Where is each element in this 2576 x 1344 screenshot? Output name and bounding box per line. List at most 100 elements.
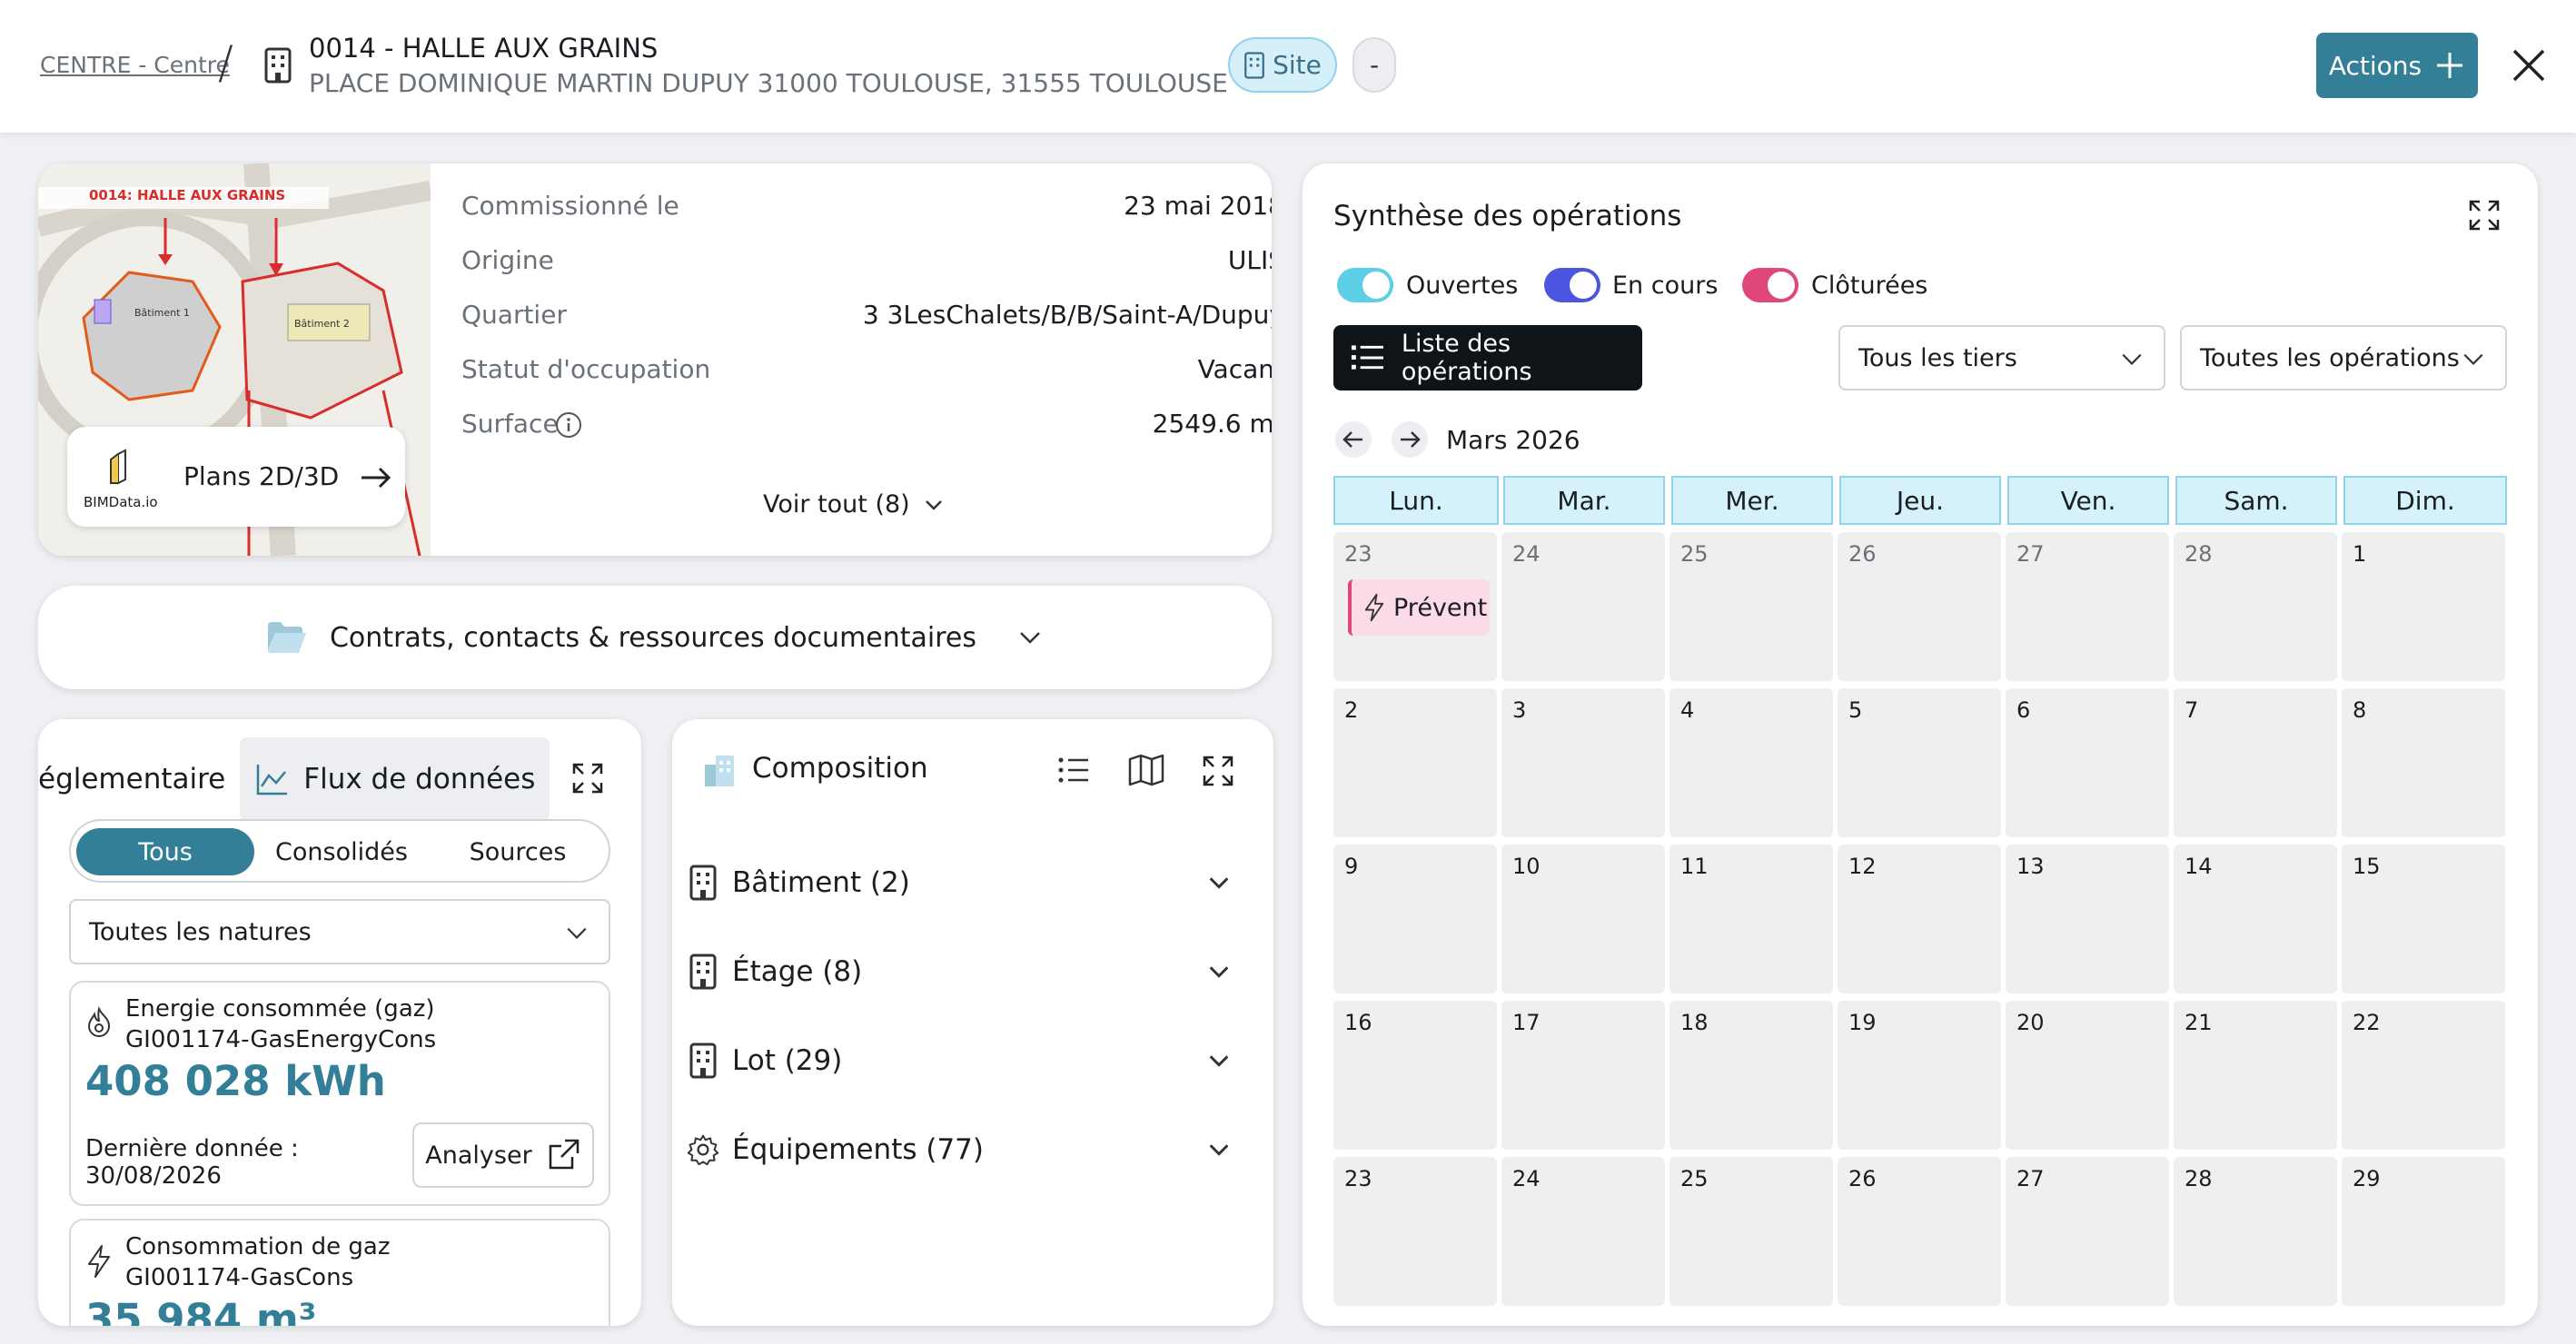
filter-sources[interactable]: Sources [429, 828, 607, 875]
calendar-day[interactable]: 23 Prévent [1333, 532, 1497, 681]
nature-select[interactable]: Toutes les natures [69, 899, 610, 964]
last-data-label: Dernière donnée : [85, 1135, 299, 1162]
previous-month-icon[interactable] [1333, 420, 1373, 460]
calendar-day[interactable]: 10 [1501, 845, 1665, 993]
site-badge-label: Site [1273, 50, 1322, 80]
tiers-select-value: Tous les tiers [1858, 343, 2017, 372]
calendar-day[interactable]: 14 [2174, 845, 2337, 993]
info-row-surface: Surface 2549.6 m² [461, 409, 1272, 445]
filter-tous[interactable]: Tous [76, 828, 254, 875]
calendar-title: Synthèse des opérations [1333, 200, 1682, 232]
bimdata-label: BIMData.io [84, 494, 158, 510]
filter-consolides[interactable]: Consolidés [253, 828, 431, 875]
calendar-day[interactable]: 7 [2174, 688, 2337, 837]
breadcrumb-link[interactable]: CENTRE - Centre [40, 52, 230, 78]
data-card-gas: Consommation de gaz GI001174-GasCons 35 … [69, 1219, 610, 1326]
chevron-down-icon [2463, 353, 2483, 365]
building-icon [689, 954, 717, 990]
expand-icon[interactable] [2467, 198, 2502, 232]
calendar-day[interactable]: 24 [1501, 1157, 1665, 1306]
site-map[interactable]: 0014: HALLE AUX GRAINS Bâtiment 1 Bâtime… [38, 163, 432, 556]
calendar-day[interactable]: 6 [2006, 688, 2169, 837]
calendar-day[interactable]: 18 [1669, 1001, 1833, 1150]
calendar-day[interactable]: 13 [2006, 845, 2169, 993]
composition-row-lot[interactable]: Lot (29) [687, 1033, 1250, 1088]
operations-select[interactable]: Toutes les opérations [2180, 325, 2507, 390]
calendar-day[interactable]: 1 [2342, 532, 2505, 681]
toggle-cloturees[interactable] [1742, 268, 1798, 302]
event-prevent[interactable]: Prévent [1348, 579, 1490, 636]
calendar-day[interactable]: 25 [1669, 532, 1833, 681]
day-header-sat: Sam. [2175, 476, 2337, 525]
calendar-day[interactable]: 28 [2174, 1157, 2337, 1306]
operations-list-button[interactable]: Liste des opérations [1333, 325, 1642, 390]
data-card-code: GI001174-GasEnergyCons [125, 1026, 437, 1053]
calendar-day[interactable]: 8 [2342, 688, 2505, 837]
composition-row-label: Étage (8) [732, 955, 863, 988]
calendar-day[interactable]: 26 [1838, 532, 2001, 681]
status-badge[interactable]: - [1352, 37, 1396, 93]
info-row-district: Quartier 3 3LesChalets/B/B/Saint-A/Dupuy [461, 300, 1272, 336]
calendar-day[interactable]: 15 [2342, 845, 2505, 993]
calendar-day[interactable]: 22 [2342, 1001, 2505, 1150]
plans-2d3d-button[interactable]: BIMData.io Plans 2D/3D [67, 427, 405, 527]
calendar-day[interactable]: 25 [1669, 1157, 1833, 1306]
calendar-day[interactable]: 16 [1333, 1001, 1497, 1150]
calendar-day[interactable]: 19 [1838, 1001, 2001, 1150]
composition-row-batiment[interactable]: Bâtiment (2) [687, 855, 1250, 910]
voir-tout-button[interactable]: Voir tout (8) [763, 490, 945, 519]
calendar-day[interactable]: 20 [2006, 1001, 2169, 1150]
calendar-day[interactable]: 9 [1333, 845, 1497, 993]
day-number: 14 [2185, 854, 2213, 879]
map-icon[interactable] [1126, 752, 1166, 788]
bimdata-logo: BIMData.io [84, 447, 158, 510]
external-link-icon [549, 1139, 579, 1170]
calendar-day[interactable]: 11 [1669, 845, 1833, 993]
close-icon[interactable] [2507, 44, 2551, 87]
calendar-day[interactable]: 28 [2174, 532, 2337, 681]
info-icon[interactable] [554, 410, 583, 440]
tab-flux-donnees[interactable]: Flux de données [240, 737, 550, 821]
tab-flux-label: Flux de données [303, 763, 536, 796]
calendar-day[interactable]: 29 [2342, 1157, 2505, 1306]
contracts-accordion[interactable]: Contrats, contacts & ressources document… [38, 586, 1272, 689]
calendar-day[interactable]: 2 [1333, 688, 1497, 837]
data-card-title: Consommation de gaz [125, 1233, 391, 1260]
calendar-day[interactable]: 17 [1501, 1001, 1665, 1150]
data-card-value: 35 984 m³ [85, 1295, 317, 1326]
day-header-tue: Mar. [1503, 476, 1665, 525]
calendar-day[interactable]: 24 [1501, 532, 1665, 681]
day-header-wed: Mer. [1671, 476, 1833, 525]
info-value: 2549.6 m² [1152, 409, 1272, 439]
calendar-day[interactable]: 4 [1669, 688, 1833, 837]
composition-row-etage[interactable]: Étage (8) [687, 944, 1250, 999]
expand-icon[interactable] [570, 761, 605, 796]
folder-icon [267, 622, 306, 653]
calendar-day[interactable]: 23 [1333, 1157, 1497, 1306]
calendar-day[interactable]: 27 [2006, 532, 2169, 681]
calendar-day[interactable]: 26 [1838, 1157, 2001, 1306]
list-icon[interactable] [1055, 752, 1092, 788]
site-badge[interactable]: Site [1228, 37, 1337, 93]
day-number: 28 [2185, 1166, 2213, 1191]
analyser-button[interactable]: Analyser [412, 1122, 594, 1188]
tiers-select[interactable]: Tous les tiers [1838, 325, 2165, 390]
toggle-ouvertes[interactable] [1337, 268, 1393, 302]
calendar-day[interactable]: 3 [1501, 688, 1665, 837]
day-number: 21 [2185, 1010, 2213, 1035]
calendar-day[interactable]: 12 [1838, 845, 2001, 993]
calendar-day[interactable]: 21 [2174, 1001, 2337, 1150]
composition-row-equipements[interactable]: Équipements (77) [687, 1122, 1250, 1177]
flux-tabs: églementaire Flux de données [38, 737, 550, 821]
tab-reglementaire[interactable]: églementaire [38, 763, 240, 796]
data-card-code: GI001174-GasCons [125, 1264, 354, 1291]
calendar-day[interactable]: 27 [2006, 1157, 2169, 1306]
toggle-en-cours[interactable] [1544, 268, 1600, 302]
actions-button[interactable]: Actions [2316, 33, 2478, 98]
calendar-day[interactable]: 5 [1838, 688, 2001, 837]
plus-icon [2437, 53, 2463, 78]
next-month-icon[interactable] [1390, 420, 1430, 460]
toggle-ouvertes-label: Ouvertes [1406, 272, 1519, 300]
day-number: 4 [1680, 697, 1695, 723]
expand-icon[interactable] [1201, 754, 1235, 788]
